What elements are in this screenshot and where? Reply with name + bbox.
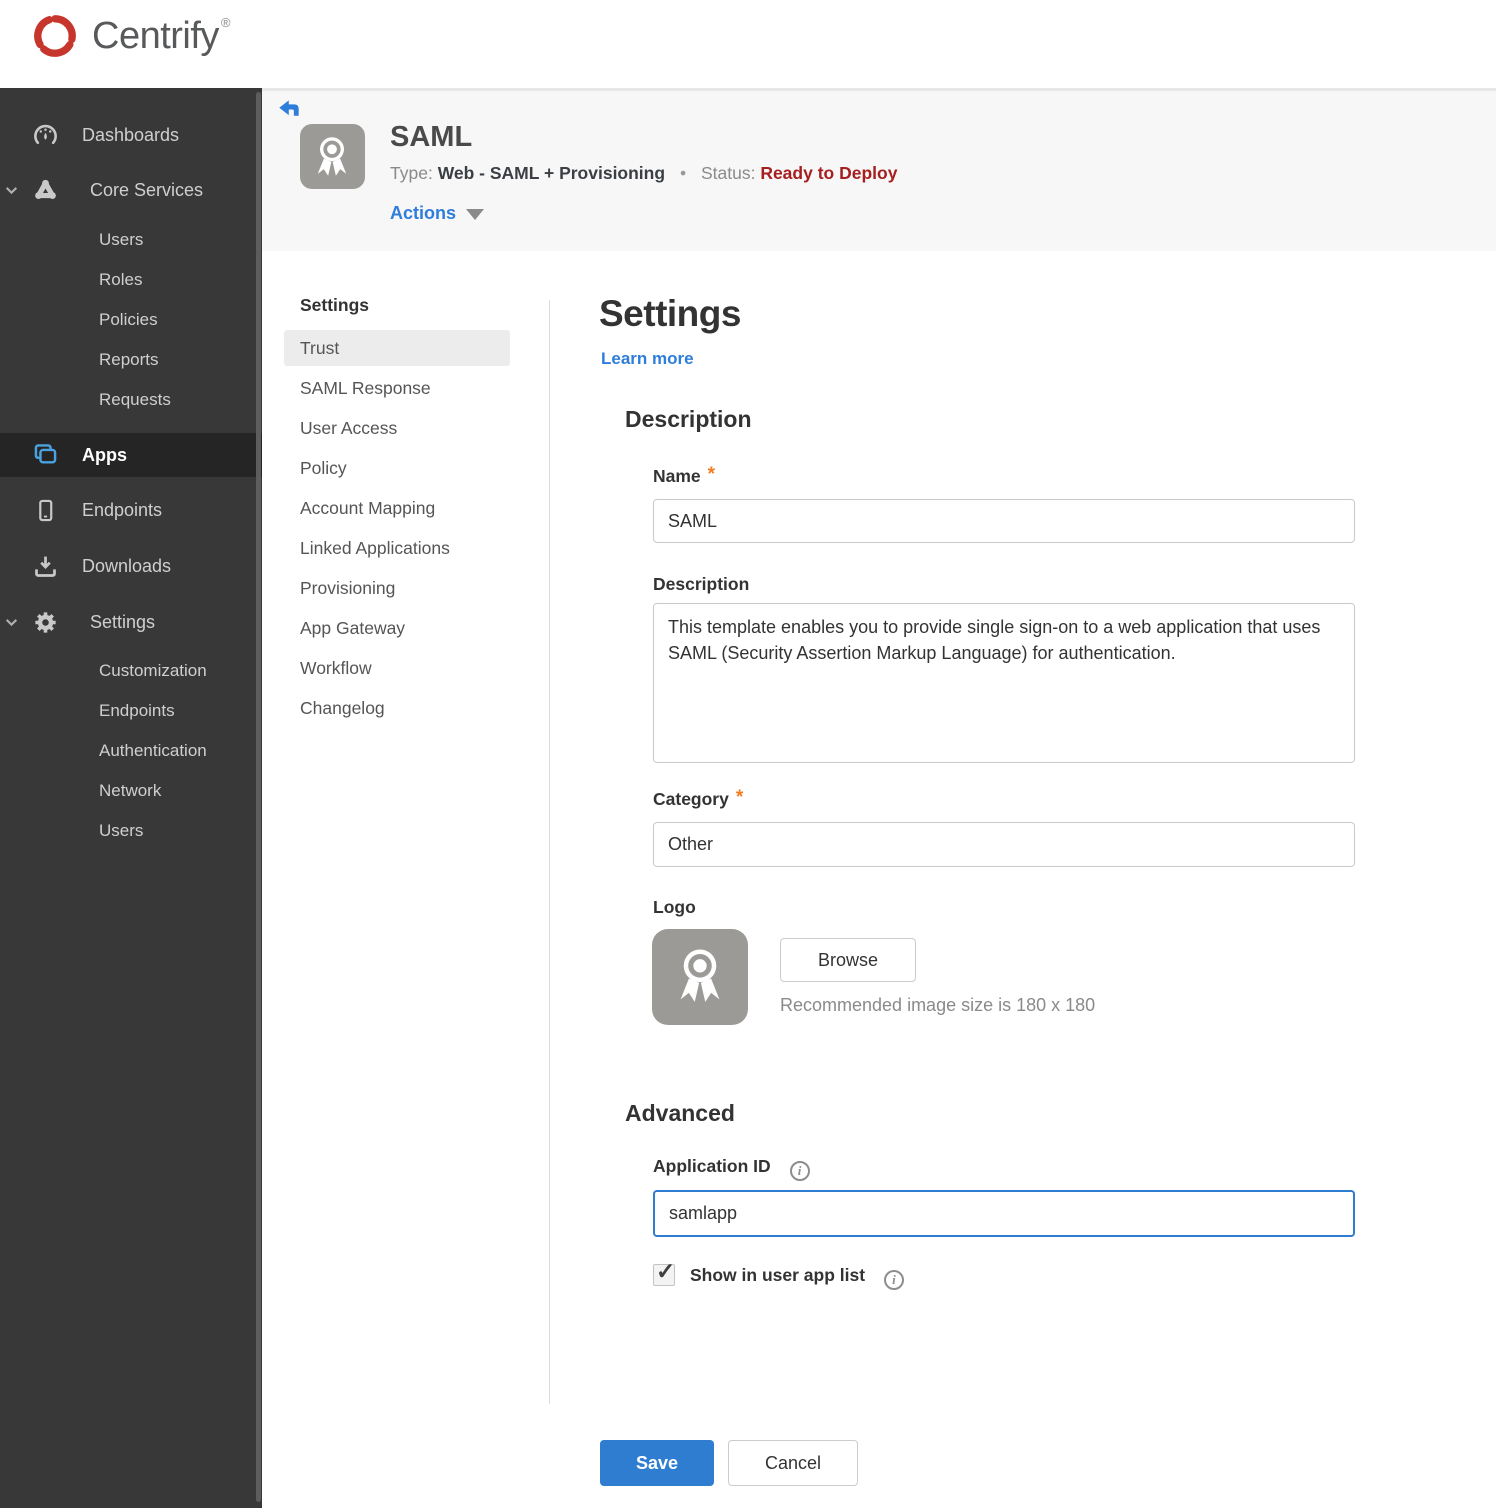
sidebar-item-network[interactable]: Network (0, 771, 256, 811)
name-field[interactable] (653, 499, 1355, 543)
name-label: Name * (653, 464, 716, 486)
page-title: Settings (599, 293, 741, 334)
application-id-label: Application ID i (653, 1156, 810, 1181)
info-icon[interactable]: i (883, 1270, 904, 1290)
subnav-item-workflow[interactable]: Workflow (284, 648, 510, 688)
logo-label: Logo (653, 897, 696, 917)
subnav-item-policy[interactable]: Policy (284, 448, 510, 488)
subnav-item-provisioning[interactable]: Provisioning (284, 568, 510, 608)
learn-more-link[interactable]: Learn more (601, 349, 694, 369)
caret-down-icon (466, 209, 485, 220)
logo-size-hint: Recommended image size is 180 x 180 (780, 995, 1096, 1015)
sidebar-item-policies[interactable]: Policies (0, 300, 256, 340)
back-button[interactable] (275, 98, 303, 122)
description-section-heading: Description (625, 406, 752, 432)
sidebar-item-downloads[interactable]: Downloads (0, 546, 256, 586)
sidebar: Dashboards Core Services Users Roles Pol… (0, 88, 262, 1508)
subnav-title: Settings (300, 295, 370, 315)
app-name: SAML (390, 121, 473, 153)
meta-separator: • (679, 163, 687, 183)
brand: Centrify ® (30, 11, 231, 61)
actions-label: Actions (390, 203, 457, 223)
subnav-item-saml-response[interactable]: SAML Response (284, 368, 510, 408)
category-label: Category * (653, 787, 744, 809)
subnav-item-app-gateway[interactable]: App Gateway (284, 608, 510, 648)
award-ribbon-icon (317, 137, 347, 176)
actions-menu-button[interactable]: Actions (390, 203, 485, 224)
chevron-down-icon (4, 615, 19, 635)
sidebar-item-users[interactable]: Users (0, 220, 256, 260)
app-settings-nav: Settings Trust SAML Response User Access… (284, 295, 510, 728)
advanced-section-heading: Advanced (625, 1100, 735, 1126)
category-field[interactable] (653, 822, 1355, 867)
show-in-user-app-list-label: Show in user app list i (690, 1265, 904, 1290)
sidebar-item-apps[interactable]: Apps (0, 433, 262, 477)
description-label: Description (653, 574, 750, 594)
type-value: Web - SAML + Provisioning (437, 163, 666, 183)
chevron-down-icon (4, 183, 19, 203)
sidebar-item-customization[interactable]: Customization (0, 651, 256, 691)
save-button[interactable]: Save (600, 1440, 714, 1486)
award-ribbon-icon (680, 949, 720, 1002)
sidebar-item-settings[interactable]: Settings (0, 602, 256, 642)
subnav-item-changelog[interactable]: Changelog (284, 688, 510, 728)
required-marker: * (707, 464, 716, 485)
subnav-item-account-mapping[interactable]: Account Mapping (284, 488, 510, 528)
core-services-icon (32, 177, 59, 204)
top-bar: Centrify ® (0, 0, 1496, 88)
sidebar-item-roles[interactable]: Roles (0, 260, 256, 300)
centrify-logo-icon (34, 15, 76, 57)
cancel-button[interactable]: Cancel (728, 1440, 858, 1486)
app-icon (300, 124, 365, 189)
browse-button[interactable]: Browse (780, 938, 916, 982)
registered-mark: ® (220, 14, 231, 30)
subnav-item-linked-applications[interactable]: Linked Applications (284, 528, 510, 568)
subnav-item-user-access[interactable]: User Access (284, 408, 510, 448)
sidebar-item-requests[interactable]: Requests (0, 380, 256, 420)
content-divider (549, 300, 550, 1404)
info-icon[interactable]: i (789, 1161, 810, 1181)
type-label: Type: (390, 163, 433, 183)
gauge-icon (32, 122, 59, 149)
sidebar-item-authentication[interactable]: Authentication (0, 731, 256, 771)
device-icon (32, 498, 59, 523)
sidebar-item-dashboards[interactable]: Dashboards (0, 115, 256, 155)
sidebar-item-settings-endpoints[interactable]: Endpoints (0, 691, 256, 731)
required-marker: * (735, 787, 744, 808)
application-id-field[interactable] (653, 1190, 1355, 1237)
sidebar-item-endpoints[interactable]: Endpoints (0, 490, 256, 530)
centrify-admin-screen: Centrify ® Dashboards Core Services User… (0, 0, 1496, 1508)
sidebar-item-reports[interactable]: Reports (0, 340, 256, 380)
status-value: Ready to Deploy (760, 163, 898, 183)
brand-name: Centrify (92, 14, 219, 57)
sidebar-item-settings-users[interactable]: Users (0, 811, 256, 851)
app-logo-preview (652, 929, 748, 1025)
description-field[interactable]: This template enables you to provide sin… (653, 603, 1355, 763)
sidebar-item-core-services[interactable]: Core Services (0, 170, 256, 210)
status-label: Status: (700, 163, 756, 183)
back-arrow-icon (278, 100, 299, 116)
sidebar-scrollbar[interactable] (256, 92, 261, 1502)
apps-icon (32, 441, 59, 469)
app-meta: Type: Web - SAML + Provisioning • Status… (390, 163, 897, 184)
checkmark-icon: ✓ (656, 1258, 676, 1284)
subnav-item-trust[interactable]: Trust (284, 330, 510, 366)
app-header: SAML Type: Web - SAML + Provisioning • S… (262, 88, 1496, 251)
gear-icon (32, 609, 59, 636)
show-in-user-app-list-checkbox[interactable]: ✓ (653, 1258, 675, 1286)
download-icon (32, 553, 59, 580)
